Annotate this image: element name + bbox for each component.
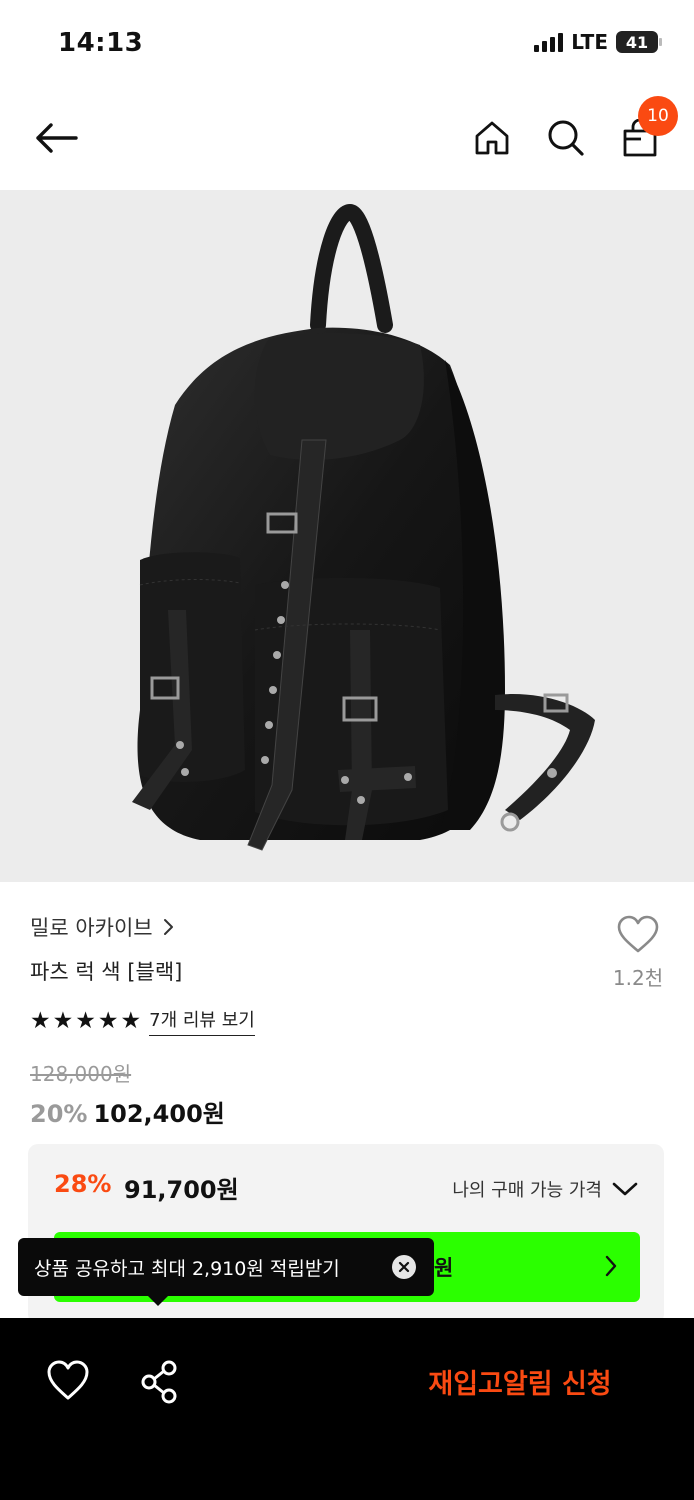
heart-outline-icon [617, 915, 659, 953]
close-icon [398, 1261, 410, 1273]
share-reward-tooltip: 상품 공유하고 최대 2,910원 적립받기 [18, 1238, 434, 1296]
like-button[interactable]: 1.2천 [604, 914, 672, 991]
battery-icon: 41 [616, 31, 662, 53]
member-discount-rate: 28% [54, 1170, 112, 1198]
heart-outline-icon [47, 1360, 89, 1400]
battery-level: 41 [625, 32, 649, 52]
home-icon [475, 121, 509, 155]
search-icon [548, 120, 584, 156]
brand-link[interactable]: 밀로 아카이브 [30, 912, 175, 942]
chevron-down-icon [612, 1182, 638, 1196]
bottom-like-button[interactable] [44, 1358, 92, 1406]
bottom-action-bar: 재입고알림 신청 [0, 1318, 694, 1500]
back-button[interactable] [28, 112, 84, 164]
network-label: LTE [571, 30, 608, 54]
search-button[interactable] [540, 112, 592, 164]
my-price-toggle[interactable]: 나의 구매 가능 가격 [452, 1176, 638, 1202]
chevron-right-icon [163, 919, 173, 935]
my-price-label: 나의 구매 가능 가격 [452, 1180, 602, 1201]
restock-alert-button[interactable]: 재입고알림 신청 [380, 1356, 660, 1406]
top-nav [0, 88, 694, 188]
member-price: 91,700원 [124, 1176, 239, 1204]
arrow-left-icon [36, 123, 78, 153]
star-icon: ★ [30, 1007, 51, 1034]
cart-count-badge: 10 [638, 96, 678, 136]
backpack-image [132, 203, 595, 851]
tooltip-text: 상품 공유하고 최대 2,910원 적립받기 [34, 1257, 340, 1280]
price-row: 20% 102,400원 [30, 1094, 225, 1129]
star-icon: ★ [97, 1007, 119, 1034]
sale-price: 102,400원 [93, 1100, 225, 1128]
brand-name: 밀로 아카이브 [30, 916, 153, 940]
review-link[interactable]: 7개 리뷰 보기 [149, 1006, 255, 1036]
share-icon [141, 1360, 177, 1404]
product-title: 파츠 럭 색 [블랙] [30, 960, 183, 984]
status-indicators: LTE 41 [534, 30, 662, 54]
member-price-box: 28% 91,700원 나의 구매 가능 가격 원 [28, 1144, 664, 1324]
status-bar: 14:13 LTE 41 [0, 0, 694, 88]
star-icon: ★ [75, 1007, 96, 1034]
star-icon: ★ [120, 1007, 142, 1034]
rating-row: ★ ★ ★ ★ ★ 7개 리뷰 보기 [30, 1006, 255, 1036]
signal-icon [534, 32, 564, 52]
tooltip-close-button[interactable] [392, 1255, 416, 1279]
coupon-button-text: 원 [434, 1256, 454, 1280]
tooltip-arrow [148, 1296, 168, 1306]
star-icon: ★ [52, 1007, 74, 1034]
product-image[interactable] [0, 190, 694, 882]
chevron-right-icon [605, 1255, 617, 1277]
like-count: 1.2천 [612, 966, 664, 990]
share-button[interactable] [136, 1358, 184, 1406]
discount-rate: 20% [30, 1100, 88, 1128]
star-rating: ★ ★ ★ ★ ★ [30, 1007, 142, 1034]
status-time: 14:13 [58, 28, 144, 58]
original-price: 128,000원 [30, 1062, 132, 1086]
home-button[interactable] [466, 112, 518, 164]
